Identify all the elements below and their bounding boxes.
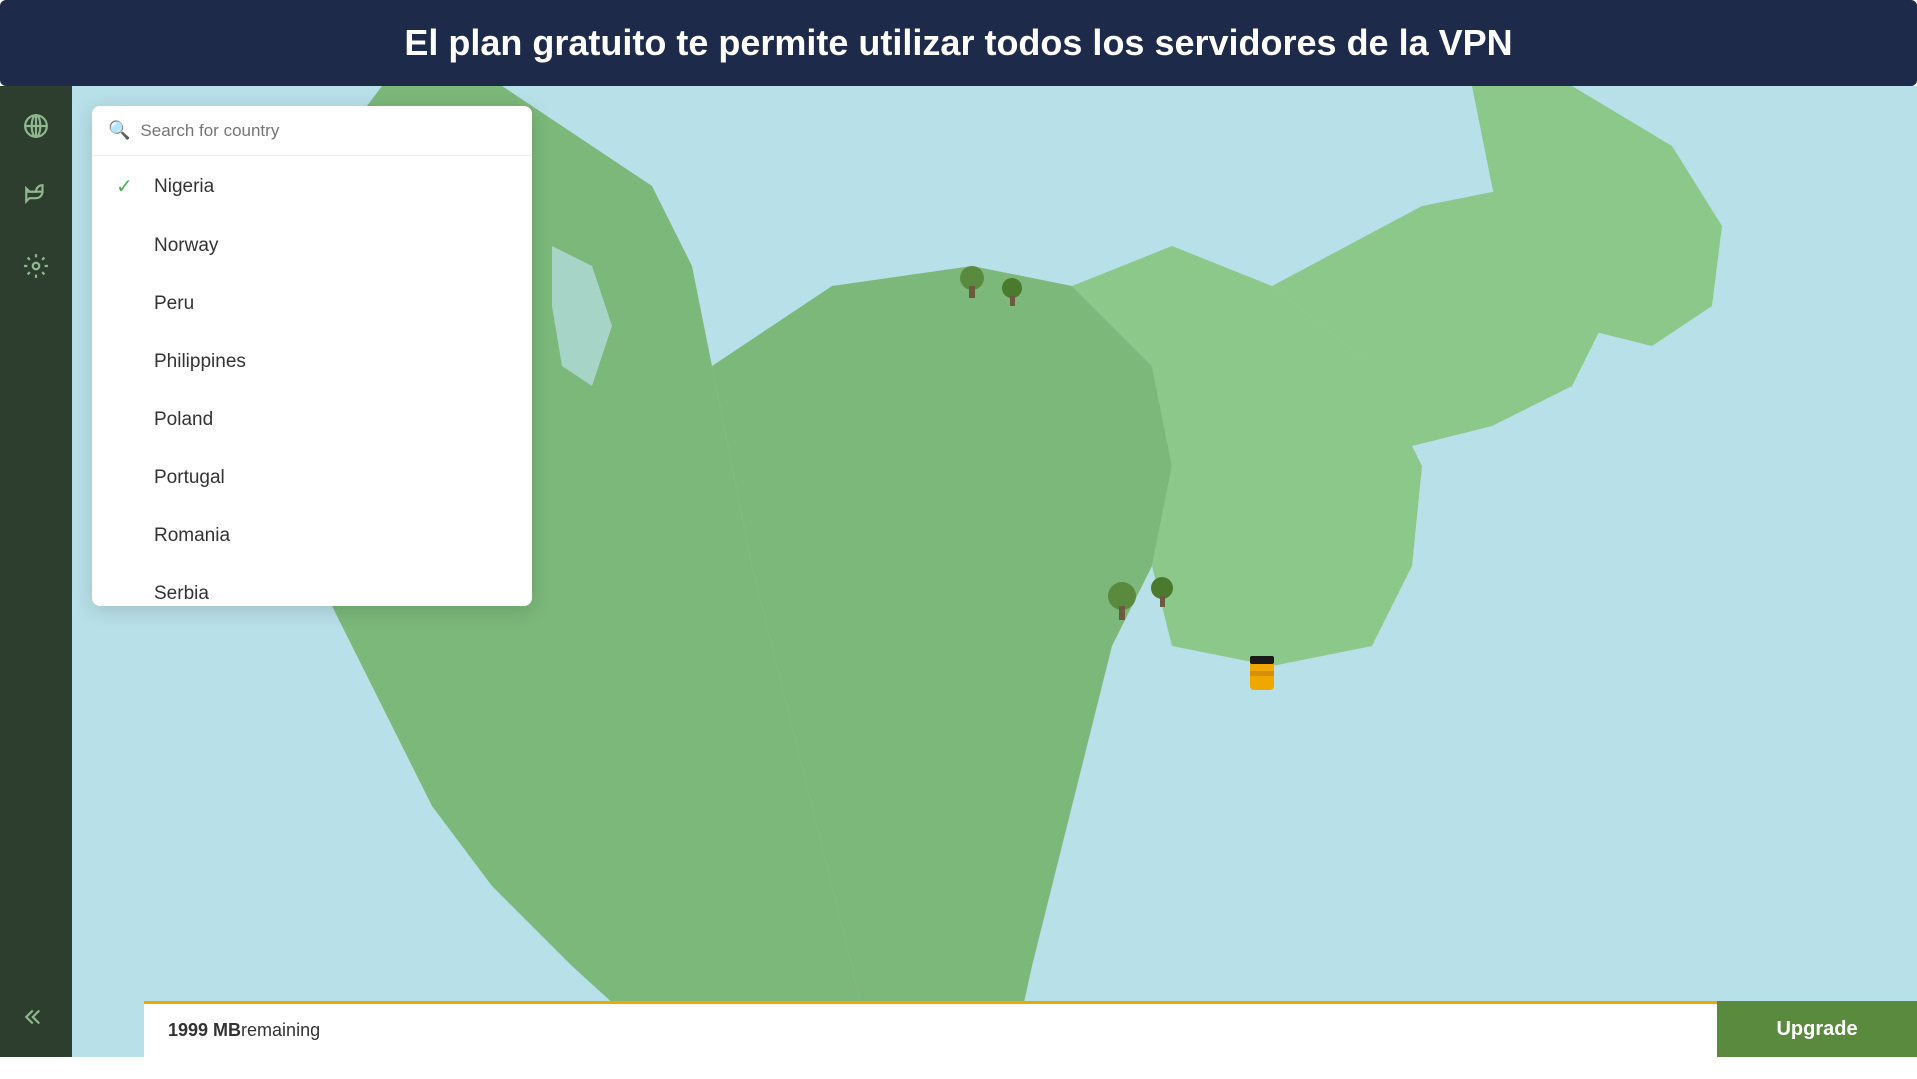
data-suffix: remaining xyxy=(241,1020,320,1041)
country-name: Romania xyxy=(154,525,230,547)
globe-icon[interactable] xyxy=(16,106,56,146)
country-name: Peru xyxy=(154,293,194,315)
check-mark-nigeria: ✓ xyxy=(116,174,140,199)
country-item[interactable]: Philippines xyxy=(92,333,532,391)
country-item[interactable]: Romania xyxy=(92,507,532,565)
country-name: Poland xyxy=(154,409,213,431)
banner-text: El plan gratuito te permite utilizar tod… xyxy=(404,22,1512,64)
country-item[interactable]: Serbia xyxy=(92,565,532,606)
country-name: Norway xyxy=(154,235,218,257)
data-remaining: 1999 MB remaining xyxy=(144,1001,1717,1057)
country-list[interactable]: ✓ Nigeria Norway Peru Philippines xyxy=(92,156,532,606)
country-item[interactable]: Portugal xyxy=(92,449,532,507)
settings-icon[interactable] xyxy=(16,246,56,286)
top-banner: El plan gratuito te permite utilizar tod… xyxy=(0,0,1917,86)
country-name: Portugal xyxy=(154,467,225,489)
search-bar: 🔍 xyxy=(92,106,532,156)
country-name: Nigeria xyxy=(154,176,214,198)
search-icon: 🔍 xyxy=(108,120,130,141)
megaphone-icon[interactable] xyxy=(16,176,56,216)
country-name: Serbia xyxy=(154,583,209,605)
search-input[interactable] xyxy=(140,121,516,141)
data-amount: 1999 MB xyxy=(168,1020,241,1041)
country-item[interactable]: ✓ Nigeria xyxy=(92,156,532,217)
sidebar-bottom xyxy=(16,997,56,1037)
upgrade-button[interactable]: Upgrade xyxy=(1717,1001,1917,1057)
country-item[interactable]: Poland xyxy=(92,391,532,449)
app-container: 🔍 ✓ Nigeria Norway Peru Ph xyxy=(0,86,1917,1057)
country-name: Philippines xyxy=(154,351,246,373)
country-dropdown: 🔍 ✓ Nigeria Norway Peru Ph xyxy=(92,106,532,606)
country-item[interactable]: Peru xyxy=(92,275,532,333)
country-item[interactable]: Norway xyxy=(92,217,532,275)
sidebar xyxy=(0,86,72,1057)
bottom-bar: 1999 MB remaining Upgrade xyxy=(144,1001,1917,1057)
collapse-icon[interactable] xyxy=(16,997,56,1037)
map-area: 🔍 ✓ Nigeria Norway Peru Ph xyxy=(72,86,1917,1057)
